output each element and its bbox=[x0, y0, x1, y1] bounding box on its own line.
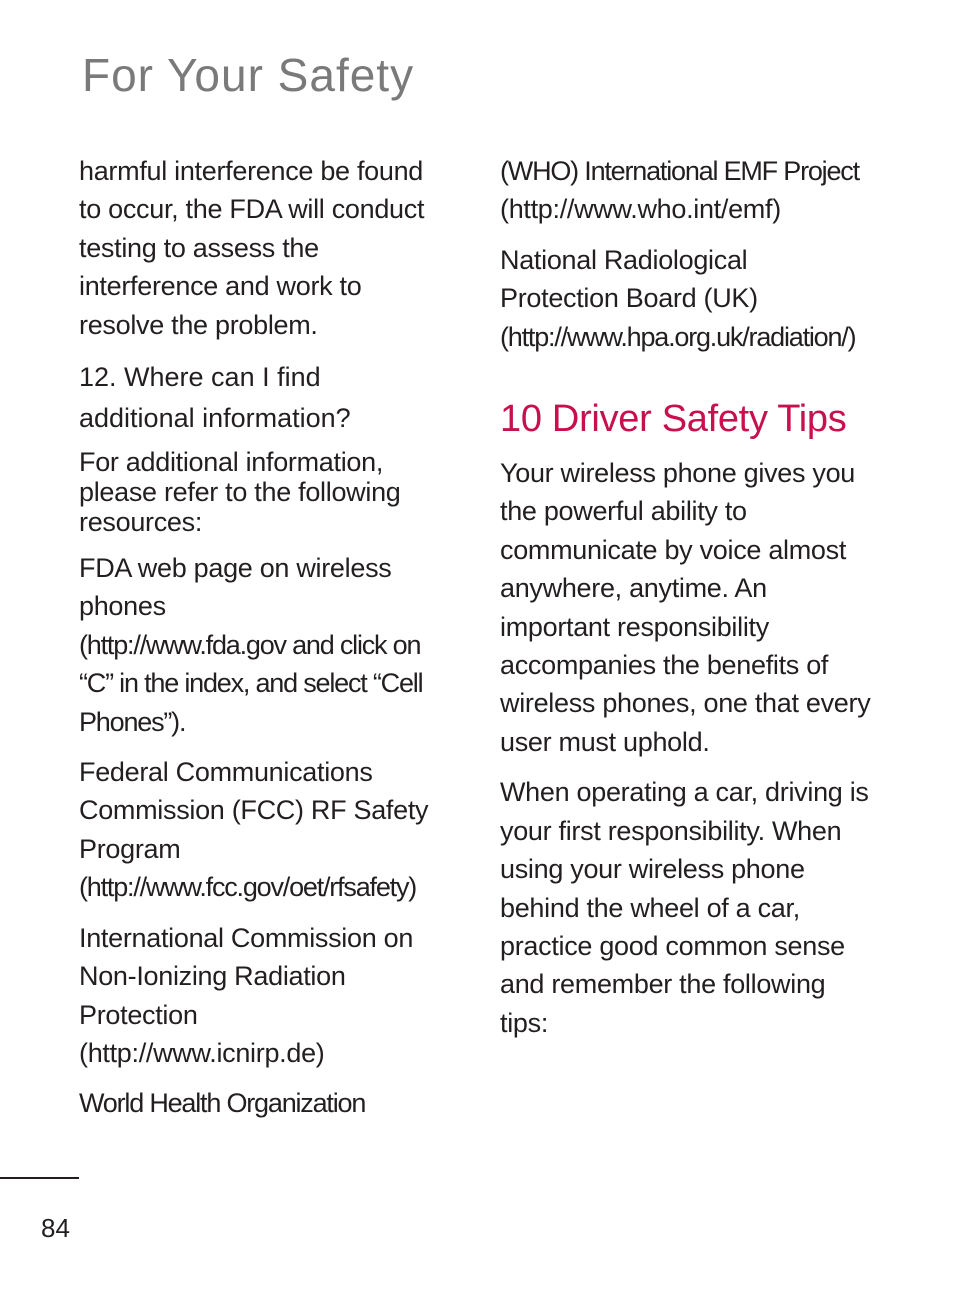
text-line: important responsibility bbox=[500, 611, 769, 642]
text-line: For additional information, bbox=[79, 447, 384, 478]
resource-nrpb: National Radiological Protection Board (… bbox=[500, 241, 900, 356]
resource-name-line: (WHO) International EMF Project bbox=[500, 156, 860, 186]
page-number: 84 bbox=[41, 1213, 70, 1243]
text-line: using your wireless phone bbox=[500, 854, 805, 885]
text-line: your first responsibility. When bbox=[500, 815, 842, 846]
resource-name-line: Non-Ionizing Radiation bbox=[79, 961, 346, 992]
text-line: wireless phones, one that every bbox=[500, 688, 871, 719]
question-line: additional information? bbox=[79, 403, 351, 434]
text-line: behind the wheel of a car, bbox=[500, 892, 800, 923]
right-column: (WHO) International EMF Project (http://… bbox=[500, 152, 900, 1042]
text-line: Your wireless phone gives you bbox=[500, 458, 856, 489]
resource-name-line: National Radiological bbox=[500, 244, 748, 275]
resource-url-line[interactable]: (http://www.icnirp.de) bbox=[79, 1034, 474, 1072]
footer-rule bbox=[0, 1177, 79, 1179]
resource-name-line: phones bbox=[79, 591, 166, 622]
page-title: For Your Safety bbox=[82, 49, 415, 101]
text-line: anywhere, anytime. An bbox=[500, 573, 767, 604]
text-line: the powerful ability to bbox=[500, 496, 747, 527]
text-line: interference and work to bbox=[79, 271, 362, 302]
left-column: harmful interference be found to occur, … bbox=[79, 152, 474, 1123]
section-title: 10 Driver Safety Tips bbox=[500, 398, 847, 441]
operating-car-paragraph: When operating a car, driving is your fi… bbox=[500, 773, 900, 1042]
text-line: please refer to the following bbox=[79, 477, 401, 508]
text-line: testing to assess the bbox=[79, 232, 319, 263]
resource-url-line[interactable]: (http://www.fda.gov and click on bbox=[79, 626, 474, 664]
resource-name-line: Protection Board (UK) bbox=[500, 283, 758, 314]
question-line: 12. Where can I find bbox=[79, 362, 321, 393]
text-line: resources: bbox=[79, 507, 203, 538]
resource-fcc: Federal Communications Commission (FCC) … bbox=[79, 753, 474, 907]
resource-name-line: FDA web page on wireless bbox=[79, 553, 392, 584]
resource-name-line: World Health Organization bbox=[79, 1088, 366, 1119]
resource-url-line[interactable]: (http://www.fcc.gov/oet/rfsafety) bbox=[79, 868, 474, 906]
text-line: communicate by voice almost bbox=[500, 534, 847, 565]
text-line: harmful interference be found bbox=[79, 156, 424, 186]
resource-url-line: Phones”). bbox=[79, 706, 186, 737]
text-line: tips: bbox=[500, 1007, 549, 1038]
resource-icnirp: International Commission on Non-Ionizing… bbox=[79, 919, 474, 1073]
intro-paragraph: harmful interference be found to occur, … bbox=[79, 152, 474, 344]
intro-paragraph-driver: Your wireless phone gives you the powerf… bbox=[500, 454, 900, 761]
resource-name-line: Program bbox=[79, 833, 181, 864]
resource-name-line: Commission (FCC) RF Safety bbox=[79, 795, 429, 826]
resource-name-line: International Commission on bbox=[79, 922, 414, 953]
text-line: user must uphold. bbox=[500, 726, 710, 757]
text-line: accompanies the benefits of bbox=[500, 650, 829, 681]
text-line: practice good common sense bbox=[500, 930, 845, 961]
resource-who: World Health Organization bbox=[79, 1084, 474, 1122]
answer-paragraph: For additional information, please refer… bbox=[79, 447, 474, 537]
resource-url-line: “C” in the index, and select “Cell bbox=[79, 668, 424, 699]
text-line: resolve the problem. bbox=[79, 309, 318, 340]
resource-fda: FDA web page on wireless phones (http://… bbox=[79, 549, 474, 741]
resource-name-line: Federal Communications bbox=[79, 757, 373, 788]
resource-url-line[interactable]: (http://www.who.int/emf) bbox=[500, 190, 900, 228]
resource-name-line: Protection bbox=[79, 999, 198, 1030]
resource-who-continued: (WHO) International EMF Project (http://… bbox=[500, 152, 900, 229]
text-line: When operating a car, driving is bbox=[500, 777, 869, 808]
text-line: to occur, the FDA will conduct bbox=[79, 194, 425, 225]
question-heading: 12. Where can I find additional informat… bbox=[79, 357, 474, 439]
text-line: and remember the following bbox=[500, 969, 826, 1000]
resource-url-line[interactable]: (http://www.hpa.org.uk/radiation/) bbox=[500, 318, 900, 356]
